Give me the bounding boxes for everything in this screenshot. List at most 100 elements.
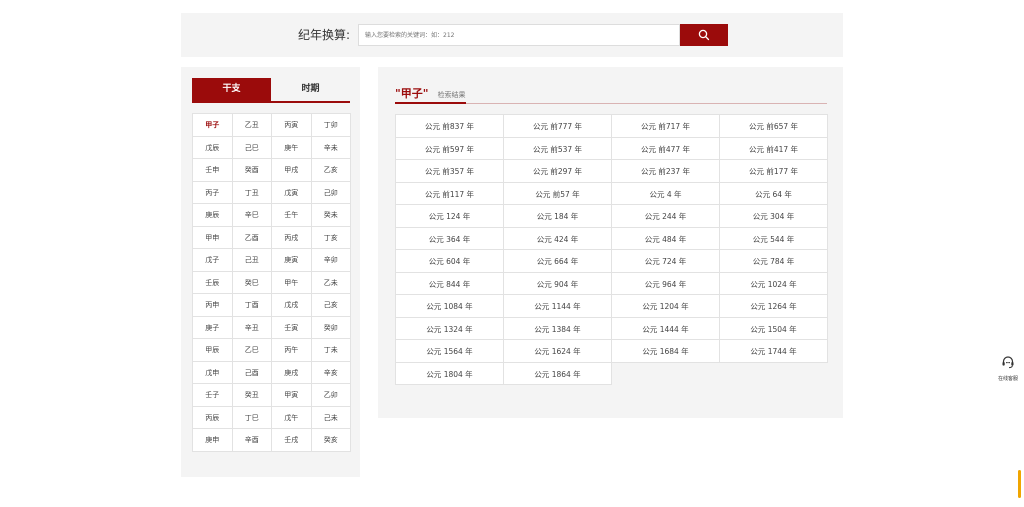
search-input[interactable] [358, 24, 680, 46]
ganzhi-cell[interactable]: 甲子 [193, 114, 233, 137]
year-cell[interactable]: 公元 1684 年 [611, 339, 720, 363]
ganzhi-cell[interactable]: 乙未 [311, 271, 351, 294]
year-cell[interactable]: 公元 784 年 [719, 249, 828, 273]
ganzhi-cell[interactable]: 丁未 [311, 339, 351, 362]
ganzhi-cell[interactable]: 丁巳 [232, 406, 272, 429]
tab-ganzhi[interactable]: 干支 [192, 78, 271, 101]
ganzhi-cell[interactable]: 己未 [311, 406, 351, 429]
ganzhi-cell[interactable]: 丁丑 [232, 181, 272, 204]
ganzhi-cell[interactable]: 癸卯 [311, 316, 351, 339]
year-cell[interactable]: 公元 1564 年 [395, 339, 504, 363]
year-cell[interactable]: 公元 1204 年 [611, 294, 720, 318]
ganzhi-cell[interactable]: 丙戌 [272, 226, 312, 249]
ganzhi-cell[interactable]: 己亥 [311, 294, 351, 317]
ganzhi-cell[interactable]: 丙午 [272, 339, 312, 362]
year-cell[interactable]: 公元 前117 年 [395, 181, 504, 205]
ganzhi-cell[interactable]: 乙丑 [232, 114, 272, 137]
ganzhi-cell[interactable]: 戊子 [193, 249, 233, 272]
scroll-indicator[interactable] [1018, 470, 1021, 498]
ganzhi-cell[interactable]: 乙亥 [311, 159, 351, 182]
ganzhi-cell[interactable]: 丙子 [193, 181, 233, 204]
ganzhi-cell[interactable]: 庚子 [193, 316, 233, 339]
ganzhi-cell[interactable]: 甲午 [272, 271, 312, 294]
ganzhi-cell[interactable]: 乙酉 [232, 226, 272, 249]
year-cell[interactable]: 公元 前537 年 [503, 136, 612, 160]
ganzhi-cell[interactable]: 癸巳 [232, 271, 272, 294]
ganzhi-cell[interactable]: 庚午 [272, 136, 312, 159]
year-cell[interactable]: 公元 244 年 [611, 204, 720, 228]
year-cell[interactable]: 公元 724 年 [611, 249, 720, 273]
year-cell[interactable]: 公元 1864 年 [503, 361, 612, 385]
year-cell[interactable]: 公元 1624 年 [503, 339, 612, 363]
ganzhi-cell[interactable]: 戊寅 [272, 181, 312, 204]
year-cell[interactable]: 公元 前357 年 [395, 159, 504, 183]
ganzhi-cell[interactable]: 辛酉 [232, 429, 272, 452]
ganzhi-cell[interactable]: 庚辰 [193, 204, 233, 227]
year-cell[interactable]: 公元 前477 年 [611, 136, 720, 160]
ganzhi-cell[interactable]: 戊辰 [193, 136, 233, 159]
ganzhi-cell[interactable]: 丙辰 [193, 406, 233, 429]
ganzhi-cell[interactable]: 庚寅 [272, 249, 312, 272]
year-cell[interactable]: 公元 904 年 [503, 271, 612, 295]
ganzhi-cell[interactable]: 丁卯 [311, 114, 351, 137]
year-cell[interactable]: 公元 484 年 [611, 226, 720, 250]
ganzhi-cell[interactable]: 辛未 [311, 136, 351, 159]
ganzhi-cell[interactable]: 癸亥 [311, 429, 351, 452]
ganzhi-cell[interactable]: 戊戌 [272, 294, 312, 317]
ganzhi-cell[interactable]: 丙寅 [272, 114, 312, 137]
ganzhi-cell[interactable]: 癸丑 [232, 384, 272, 407]
customer-service-widget[interactable]: 在线客服 [992, 354, 1024, 382]
year-cell[interactable]: 公元 124 年 [395, 204, 504, 228]
ganzhi-cell[interactable]: 壬午 [272, 204, 312, 227]
tab-period[interactable]: 时期 [271, 78, 350, 101]
ganzhi-cell[interactable]: 己酉 [232, 361, 272, 384]
ganzhi-cell[interactable]: 甲戌 [272, 159, 312, 182]
year-cell[interactable]: 公元 前837 年 [395, 114, 504, 138]
ganzhi-cell[interactable]: 庚戌 [272, 361, 312, 384]
ganzhi-cell[interactable]: 壬戌 [272, 429, 312, 452]
ganzhi-cell[interactable]: 癸酉 [232, 159, 272, 182]
year-cell[interactable]: 公元 304 年 [719, 204, 828, 228]
ganzhi-cell[interactable]: 丁亥 [311, 226, 351, 249]
year-cell[interactable]: 公元 544 年 [719, 226, 828, 250]
ganzhi-cell[interactable]: 乙巳 [232, 339, 272, 362]
ganzhi-cell[interactable]: 庚申 [193, 429, 233, 452]
ganzhi-cell[interactable]: 甲辰 [193, 339, 233, 362]
ganzhi-cell[interactable]: 丁酉 [232, 294, 272, 317]
ganzhi-cell[interactable]: 壬辰 [193, 271, 233, 294]
year-cell[interactable]: 公元 64 年 [719, 181, 828, 205]
year-cell[interactable]: 公元 1324 年 [395, 316, 504, 340]
ganzhi-cell[interactable]: 辛丑 [232, 316, 272, 339]
year-cell[interactable]: 公元 1384 年 [503, 316, 612, 340]
ganzhi-cell[interactable]: 戊申 [193, 361, 233, 384]
year-cell[interactable]: 公元 1444 年 [611, 316, 720, 340]
year-cell[interactable]: 公元 664 年 [503, 249, 612, 273]
year-cell[interactable]: 公元 4 年 [611, 181, 720, 205]
ganzhi-cell[interactable]: 辛巳 [232, 204, 272, 227]
year-cell[interactable]: 公元 424 年 [503, 226, 612, 250]
ganzhi-cell[interactable]: 壬申 [193, 159, 233, 182]
ganzhi-cell[interactable]: 丙申 [193, 294, 233, 317]
ganzhi-cell[interactable]: 癸未 [311, 204, 351, 227]
ganzhi-cell[interactable]: 己卯 [311, 181, 351, 204]
year-cell[interactable]: 公元 1744 年 [719, 339, 828, 363]
year-cell[interactable]: 公元 前417 年 [719, 136, 828, 160]
year-cell[interactable]: 公元 前57 年 [503, 181, 612, 205]
ganzhi-cell[interactable]: 甲申 [193, 226, 233, 249]
year-cell[interactable]: 公元 364 年 [395, 226, 504, 250]
ganzhi-cell[interactable]: 壬子 [193, 384, 233, 407]
year-cell[interactable]: 公元 1264 年 [719, 294, 828, 318]
year-cell[interactable]: 公元 前237 年 [611, 159, 720, 183]
year-cell[interactable]: 公元 1504 年 [719, 316, 828, 340]
year-cell[interactable]: 公元 184 年 [503, 204, 612, 228]
ganzhi-cell[interactable]: 辛亥 [311, 361, 351, 384]
year-cell[interactable]: 公元 前177 年 [719, 159, 828, 183]
ganzhi-cell[interactable]: 戊午 [272, 406, 312, 429]
year-cell[interactable]: 公元 前297 年 [503, 159, 612, 183]
year-cell[interactable]: 公元 前777 年 [503, 114, 612, 138]
year-cell[interactable]: 公元 964 年 [611, 271, 720, 295]
ganzhi-cell[interactable]: 甲寅 [272, 384, 312, 407]
ganzhi-cell[interactable]: 己巳 [232, 136, 272, 159]
year-cell[interactable]: 公元 1024 年 [719, 271, 828, 295]
year-cell[interactable]: 公元 1084 年 [395, 294, 504, 318]
